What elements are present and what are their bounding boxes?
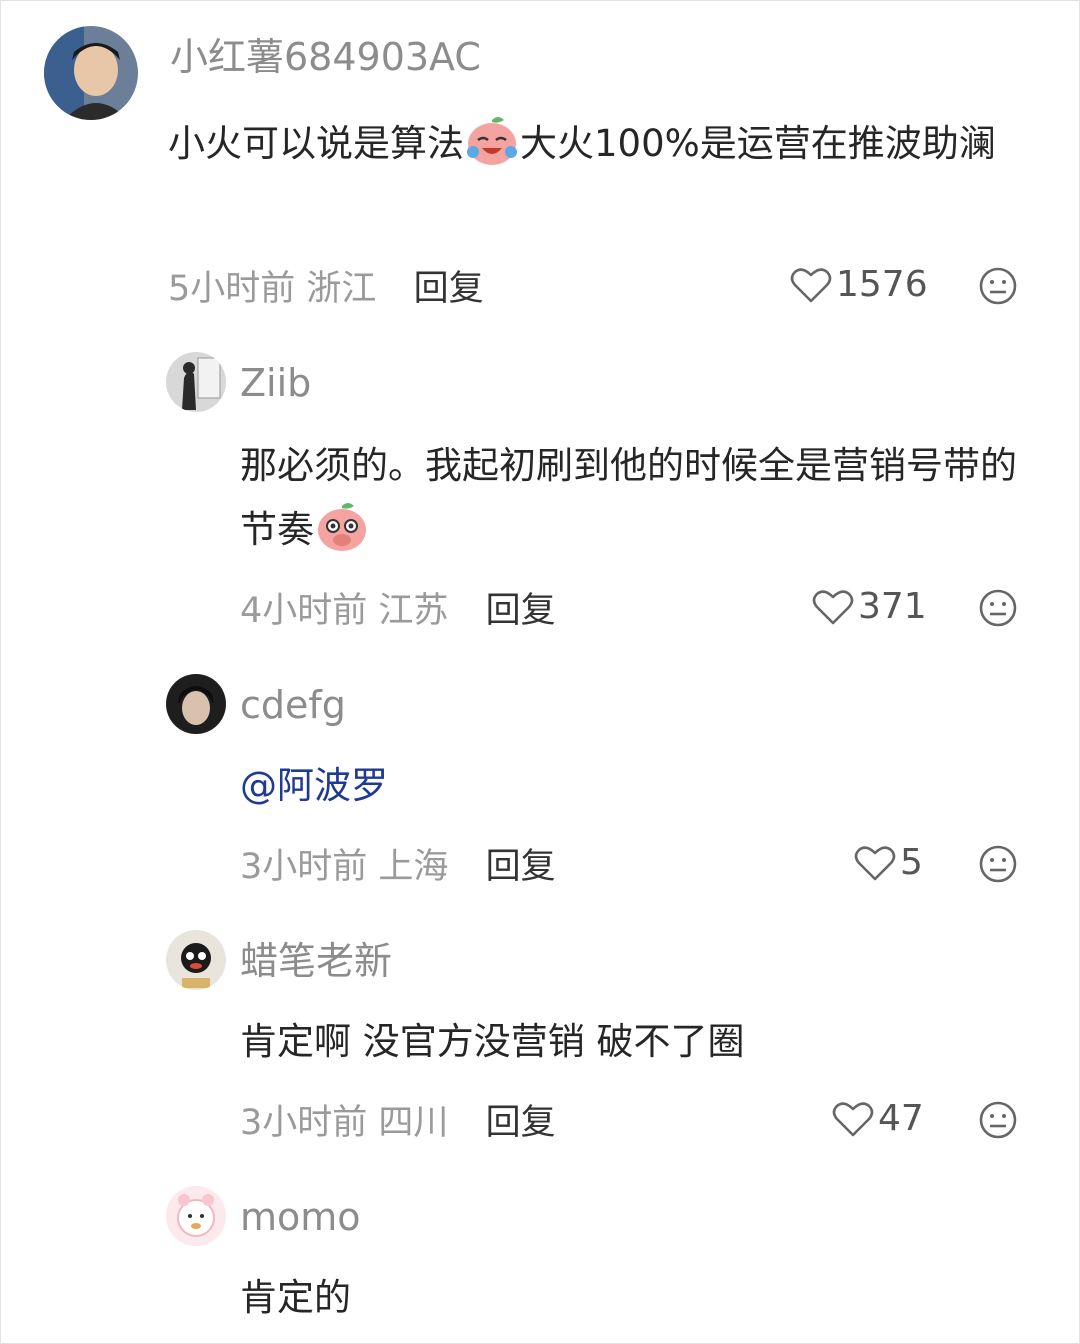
comment-text-part: 大火100%是运营在推波助澜 <box>520 122 996 165</box>
meh-face-icon <box>979 267 1017 305</box>
like-count: 1576 <box>836 264 928 305</box>
heart-outline-icon <box>854 846 896 881</box>
dislike-button[interactable] <box>978 844 1018 884</box>
comment-meta: 3小时前 上海 回复 <box>240 850 556 885</box>
like-count: 371 <box>858 586 927 627</box>
comment-text: 小火可以说是算法 大火100%是运营在推波助澜 <box>168 112 1048 176</box>
username[interactable]: 蜡笔老新 <box>240 942 392 980</box>
comment-text-part: 小火可以说是算法 <box>168 122 464 165</box>
dislike-button[interactable] <box>978 266 1018 306</box>
like-count: 47 <box>878 1098 924 1139</box>
heart-outline-icon <box>832 1102 874 1137</box>
comment-location: 江苏 <box>378 591 449 631</box>
comment-location: 上海 <box>378 847 449 887</box>
username[interactable]: momo <box>240 1198 361 1236</box>
comment-location: 四川 <box>378 1103 449 1143</box>
avatar[interactable] <box>44 26 138 120</box>
heart-outline-icon <box>790 268 832 303</box>
avatar[interactable] <box>166 674 226 734</box>
meh-face-icon <box>979 845 1017 883</box>
avatar[interactable] <box>166 930 226 990</box>
covering-mouth-peach-emoji <box>314 498 370 554</box>
avatar[interactable] <box>166 352 226 412</box>
dislike-button[interactable] <box>978 588 1018 628</box>
comment-meta: 3小时前 四川 回复 <box>240 1106 556 1141</box>
mention-link[interactable]: @阿波罗 <box>240 764 388 807</box>
crying-laugh-peach-emoji <box>464 112 520 168</box>
heart-outline-icon <box>812 590 854 625</box>
comment-text: 肯定啊 没官方没营销 破不了圈 <box>240 1020 745 1063</box>
meh-face-icon <box>979 1101 1017 1139</box>
comment-meta: 5小时前 浙江 回复 <box>168 272 484 307</box>
username[interactable]: 小红薯684903AC <box>170 38 481 76</box>
comment-meta: 4小时前 江苏 回复 <box>240 594 556 629</box>
comment-time: 3小时前 <box>240 847 368 887</box>
comment-text: 那必须的。我起初刷到他的时候全是营销号带的节奏 <box>240 434 1040 562</box>
avatar[interactable] <box>166 1186 226 1246</box>
like-button[interactable]: 371 <box>812 588 927 626</box>
comment-time: 5小时前 <box>168 269 296 309</box>
username[interactable]: Ziib <box>240 364 311 402</box>
dislike-button[interactable] <box>978 1100 1018 1140</box>
username[interactable]: cdefg <box>240 686 346 724</box>
comment-time: 4小时前 <box>240 591 368 631</box>
comment-text: 肯定的 <box>240 1276 351 1319</box>
comment-text: @阿波罗 <box>240 754 1040 818</box>
reply-button[interactable]: 回复 <box>486 591 556 631</box>
reply-button[interactable]: 回复 <box>486 847 556 887</box>
like-count: 5 <box>900 842 923 883</box>
comment-time: 3小时前 <box>240 1103 368 1143</box>
reply-button[interactable]: 回复 <box>414 269 484 309</box>
like-button[interactable]: 47 <box>832 1100 924 1138</box>
meh-face-icon <box>979 589 1017 627</box>
comment-location: 浙江 <box>306 269 377 309</box>
like-button[interactable]: 5 <box>854 844 923 882</box>
like-button[interactable]: 1576 <box>790 266 928 304</box>
reply-button[interactable]: 回复 <box>486 1103 556 1143</box>
